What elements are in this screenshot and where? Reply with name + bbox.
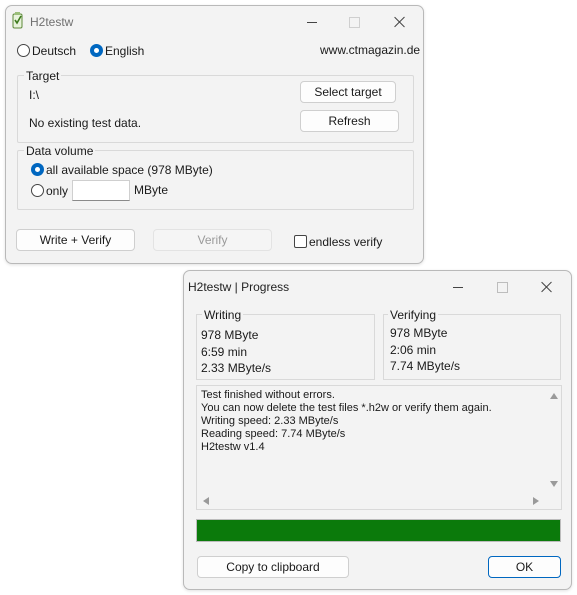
only-mbyte-input[interactable] — [72, 180, 130, 201]
write-verify-button[interactable]: Write + Verify — [16, 229, 135, 251]
writing-speed: 2.33 MByte/s — [201, 361, 272, 375]
log-line: Reading speed: 7.74 MByte/s — [201, 428, 346, 440]
app-icon — [12, 12, 23, 29]
minimize-icon — [453, 286, 463, 288]
main-window: H2testw Deutsch English www.ctmagazin.de… — [5, 5, 424, 264]
main-titlebar[interactable]: H2testw — [6, 6, 423, 36]
radio-only[interactable] — [31, 184, 44, 197]
radio-english[interactable] — [90, 44, 103, 57]
log-line: Writing speed: 2.33 MByte/s — [201, 415, 339, 427]
scroll-right-icon[interactable] — [533, 497, 539, 505]
radio-english-label[interactable]: English — [105, 44, 144, 58]
radio-deutsch-label[interactable]: Deutsch — [32, 44, 76, 58]
maximize-icon — [348, 16, 360, 28]
radio-deutsch[interactable] — [17, 44, 30, 57]
verify-button: Verify — [153, 229, 272, 251]
mbyte-unit-label: MByte — [134, 183, 169, 197]
progress-window: H2testw | Progress Writing 978 MByte 6:5… — [183, 270, 572, 590]
vertical-scrollbar[interactable] — [546, 386, 561, 494]
log-line: You can now delete the test files *.h2w … — [201, 402, 492, 414]
target-status: No existing test data. — [29, 116, 142, 130]
writing-time: 6:59 min — [201, 345, 248, 359]
copy-to-clipboard-button[interactable]: Copy to clipboard — [197, 556, 349, 578]
progress-maximize-button — [492, 277, 512, 297]
verifying-size: 978 MByte — [390, 326, 448, 340]
endless-verify-checkbox[interactable] — [294, 235, 307, 248]
result-log[interactable]: Test finished without errors. You can no… — [196, 385, 562, 510]
writing-size: 978 MByte — [201, 328, 259, 342]
close-button[interactable] — [390, 12, 410, 32]
verifying-time: 2:06 min — [390, 343, 437, 357]
minimize-button[interactable] — [302, 12, 322, 32]
scroll-up-icon[interactable] — [550, 393, 558, 399]
radio-only-label[interactable]: only — [46, 184, 68, 198]
verifying-speed: 7.74 MByte/s — [390, 359, 461, 373]
target-group-title: Target — [24, 69, 62, 83]
endless-verify-label[interactable]: endless verify — [309, 235, 382, 249]
progress-bar — [196, 519, 561, 542]
refresh-button[interactable]: Refresh — [300, 110, 399, 132]
radio-all-space-label[interactable]: all available space (978 MByte) — [46, 163, 213, 177]
scroll-left-icon[interactable] — [203, 497, 209, 505]
progress-window-title: H2testw | Progress — [188, 280, 290, 294]
website-link[interactable]: www.ctmagazin.de — [320, 43, 420, 57]
progress-bar-fill — [197, 520, 560, 541]
log-line: Test finished without errors. — [201, 389, 335, 401]
progress-titlebar[interactable]: H2testw | Progress — [184, 271, 571, 301]
scroll-down-icon[interactable] — [550, 481, 558, 487]
verifying-title: Verifying — [388, 308, 439, 322]
window-title: H2testw — [30, 15, 74, 29]
ok-button[interactable]: OK — [488, 556, 561, 578]
close-icon — [394, 16, 406, 28]
maximize-icon — [496, 281, 508, 293]
select-target-button[interactable]: Select target — [300, 81, 396, 103]
writing-title: Writing — [202, 308, 244, 322]
log-line: H2testw v1.4 — [201, 441, 265, 453]
data-volume-group-title: Data volume — [24, 144, 96, 158]
radio-all-space[interactable] — [31, 163, 44, 176]
progress-minimize-button[interactable] — [448, 277, 468, 297]
minimize-icon — [307, 21, 317, 23]
close-icon — [541, 281, 553, 293]
progress-close-button[interactable] — [537, 277, 557, 297]
horizontal-scrollbar[interactable] — [197, 494, 547, 509]
maximize-button — [344, 12, 364, 32]
target-drive: I:\ — [29, 88, 40, 102]
